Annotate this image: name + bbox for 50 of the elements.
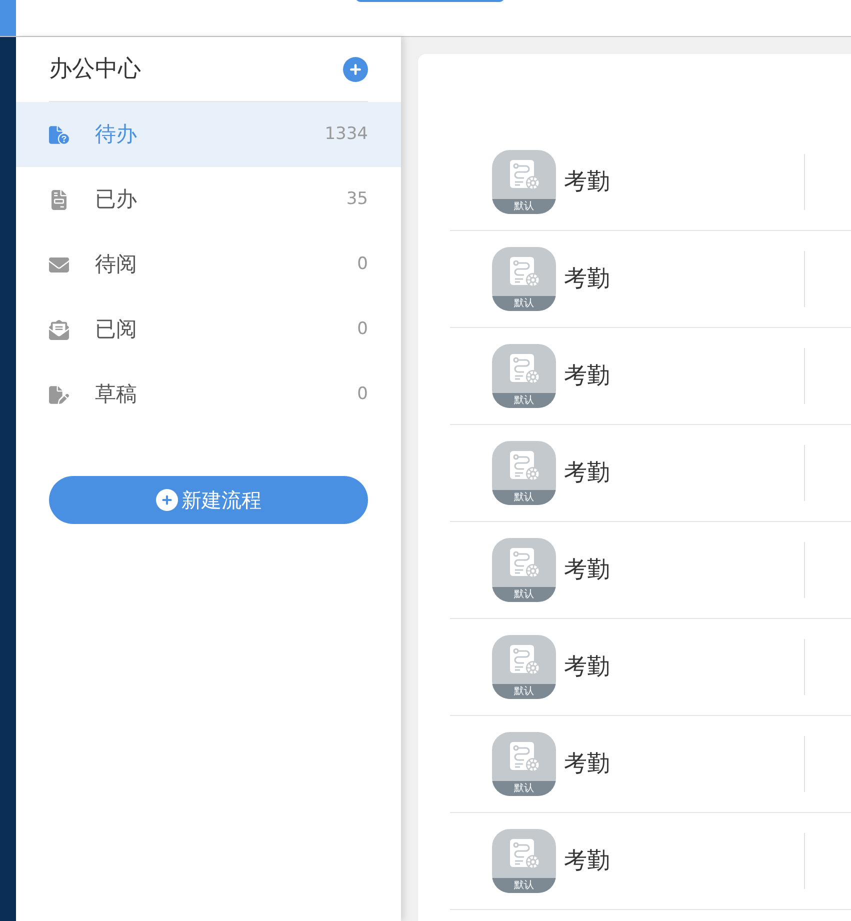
document-edit-icon [49, 384, 69, 404]
document-question-icon [49, 124, 69, 144]
brand-strip [0, 0, 16, 36]
default-badge: 默认 [492, 781, 556, 796]
sidebar-title: 办公中心 [49, 54, 141, 84]
item-count: 0 [357, 252, 368, 276]
list-row[interactable]: 默认 考勤 [450, 328, 851, 425]
flowchart-gear-icon [507, 740, 541, 774]
item-count: 1334 [324, 122, 368, 146]
list-row[interactable]: 默认 考勤 [450, 619, 851, 716]
flowchart-gear-icon [507, 836, 541, 870]
flowchart-gear-icon [507, 254, 541, 288]
sidebar-item[interactable]: 已办 35 [16, 167, 401, 232]
plus-icon [156, 489, 178, 511]
list-row[interactable]: 默认 考勤 [450, 522, 851, 619]
envelope-icon [49, 254, 69, 274]
row-title: 考勤 [564, 652, 611, 682]
item-count: 0 [357, 382, 368, 406]
list-row[interactable]: 默认 考勤 [450, 134, 851, 231]
flowchart-gear-icon [507, 448, 541, 482]
item-count: 35 [346, 188, 368, 211]
row-title: 考勤 [564, 458, 611, 488]
list-row[interactable]: 默认 考勤 [450, 813, 851, 910]
flowchart-gear-icon [507, 352, 541, 386]
sidebar-item[interactable]: 待阅 0 [16, 232, 401, 297]
add-icon[interactable] [343, 56, 368, 82]
row-title: 考勤 [564, 846, 611, 876]
default-badge: 默认 [492, 587, 556, 602]
list-row[interactable]: 默认 考勤 [450, 231, 851, 328]
item-count: 0 [357, 318, 368, 341]
default-badge: 默认 [492, 296, 556, 311]
default-badge: 默认 [492, 878, 556, 893]
default-badge: 默认 [492, 490, 556, 505]
default-badge: 默认 [492, 199, 556, 214]
sidebar-item[interactable]: 草稿 0 [16, 362, 401, 427]
flowchart-gear-icon [507, 158, 541, 192]
sidebar-item[interactable]: 已阅 0 [16, 297, 401, 362]
open-envelope-icon [49, 320, 69, 340]
row-title: 考勤 [564, 362, 611, 391]
flowchart-gear-icon [507, 642, 541, 676]
row-title: 考勤 [564, 264, 611, 294]
document-list-icon [49, 190, 69, 210]
list-row[interactable]: 默认 考勤 [450, 425, 851, 522]
default-badge: 默认 [492, 684, 556, 699]
list-row[interactable]: 默认 考勤 [450, 716, 851, 813]
row-title: 考勤 [564, 750, 611, 779]
default-badge: 默认 [492, 393, 556, 408]
flowchart-gear-icon [507, 546, 541, 580]
row-title: 考勤 [564, 556, 611, 585]
row-title: 考勤 [564, 168, 611, 197]
